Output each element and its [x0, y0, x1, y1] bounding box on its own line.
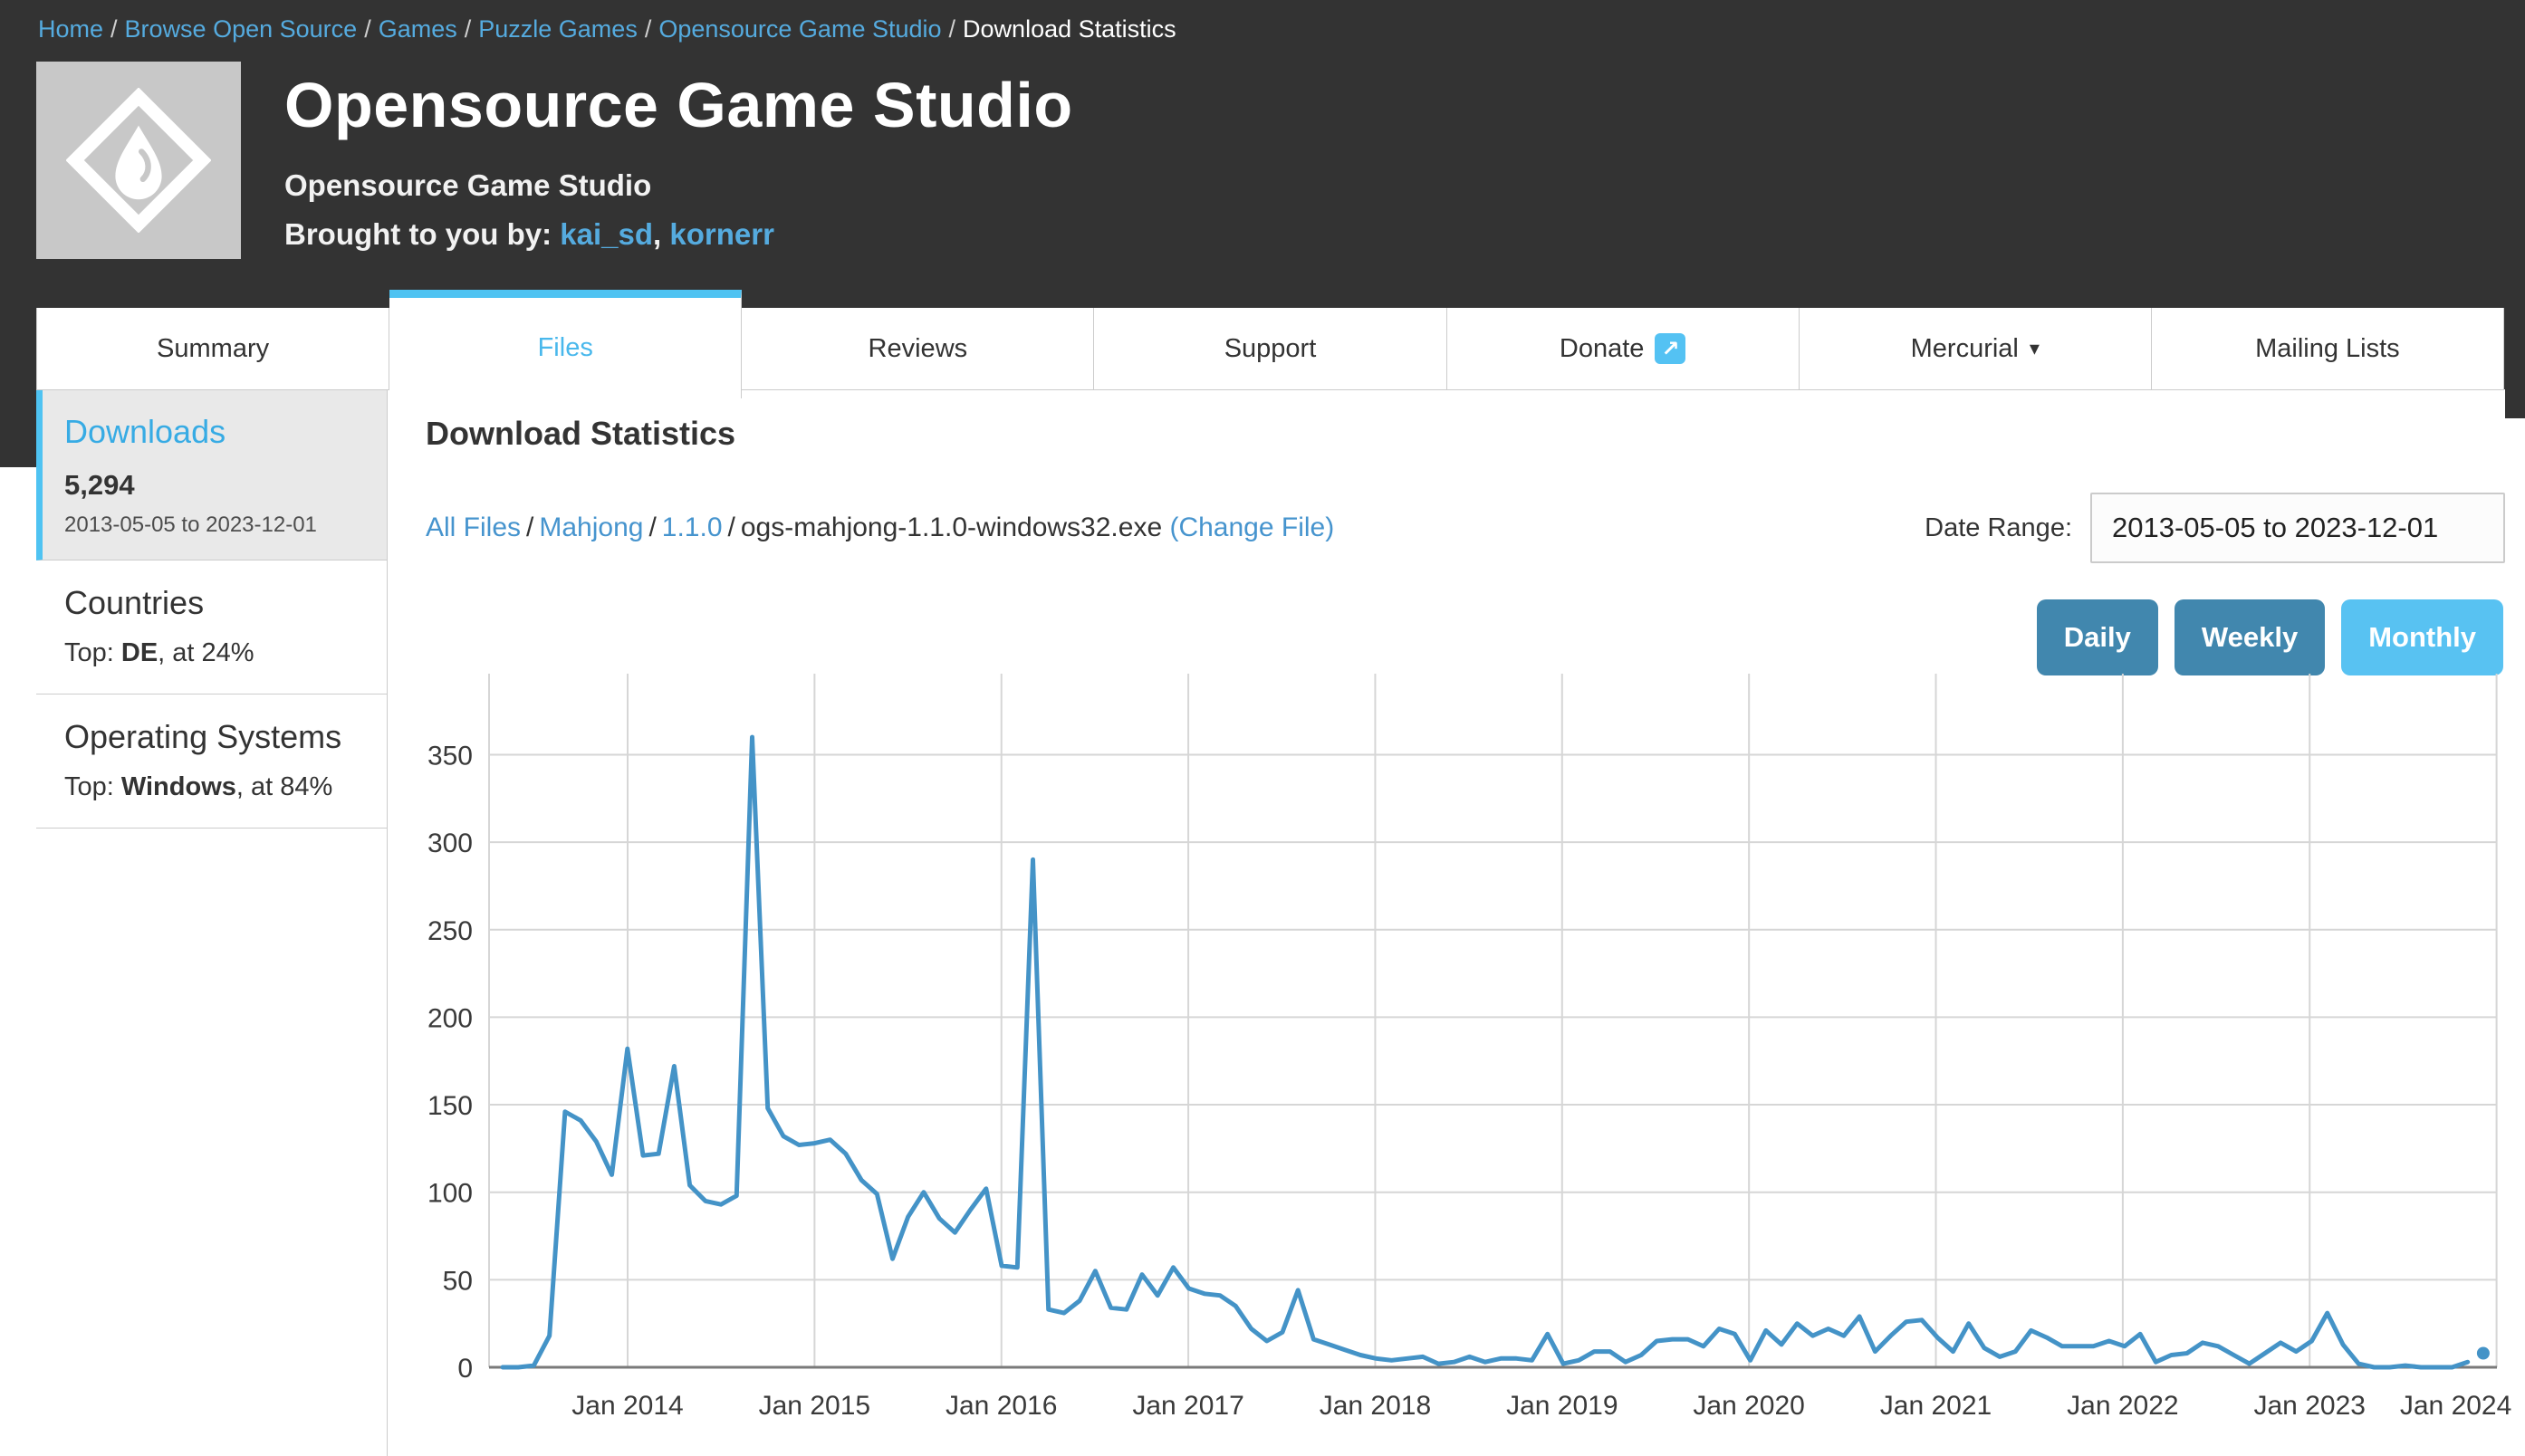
author-link-kornerr[interactable]: kornerr: [669, 217, 774, 251]
separator: /: [638, 15, 659, 43]
svg-text:0: 0: [457, 1354, 473, 1384]
author-link-kai_sd[interactable]: kai_sd: [560, 217, 653, 251]
svg-text:Jan 2016: Jan 2016: [946, 1391, 1057, 1421]
left-dark-sliver: [0, 389, 36, 467]
main-panel: Download Statistics All Files/Mahjong/1.…: [388, 389, 2525, 1456]
sidebar-downloads-title: Downloads: [64, 413, 365, 451]
countries-title: Countries: [64, 584, 365, 622]
file-breadcrumb: All Files/Mahjong/1.1.0/ogs-mahjong-1.1.…: [426, 512, 1334, 543]
section-heading: Download Statistics: [426, 389, 2525, 453]
weekly-button[interactable]: Weekly: [2175, 599, 2325, 675]
diamond-droplet-icon: [66, 88, 211, 233]
breadcrumb: Home/Browse Open Source/Games/Puzzle Gam…: [0, 0, 2525, 45]
countries-top: Top: DE, at 24%: [64, 638, 365, 668]
date-range-input[interactable]: [2090, 493, 2505, 563]
separator: /: [521, 512, 539, 542]
file-breadcrumb-all-files[interactable]: All Files: [426, 512, 521, 542]
project-logo: [36, 62, 241, 259]
byline-prefix: Brought to you by:: [284, 217, 552, 251]
daily-button[interactable]: Daily: [2037, 599, 2158, 675]
os-top: Top: Windows, at 84%: [64, 772, 365, 802]
breadcrumb-home[interactable]: Home: [38, 15, 103, 43]
svg-text:Jan 2018: Jan 2018: [1320, 1391, 1431, 1421]
tab-label: Files: [538, 333, 593, 363]
separator: /: [103, 15, 125, 43]
svg-text:50: 50: [443, 1266, 473, 1296]
separator: /: [457, 15, 479, 43]
svg-text:Jan 2015: Jan 2015: [759, 1391, 870, 1421]
tab-label: Donate: [1560, 334, 1645, 364]
tab-label: Summary: [157, 334, 269, 364]
tab-bar: Summary Files Reviews Support Donate ↗ Mercuri…: [0, 308, 2525, 389]
file-name: ogs-mahjong-1.1.0-windows32.exe: [741, 512, 1162, 542]
svg-text:Jan 2021: Jan 2021: [1880, 1391, 1992, 1421]
sidebar-item-downloads[interactable]: Downloads 5,294 2013-05-05 to 2023-12-01: [36, 389, 387, 560]
breadcrumb-puzzle-games[interactable]: Puzzle Games: [478, 15, 638, 43]
breadcrumb-browse-open-source[interactable]: Browse Open Source: [125, 15, 358, 43]
svg-text:Jan 2019: Jan 2019: [1506, 1391, 1618, 1421]
content: Downloads 5,294 2013-05-05 to 2023-12-01…: [0, 389, 2525, 1456]
tab-donate[interactable]: Donate ↗: [1447, 308, 1800, 389]
separator: /: [723, 512, 741, 542]
chevron-down-icon: ▾: [2030, 337, 2040, 360]
granularity-buttons: DailyWeeklyMonthly: [426, 599, 2525, 675]
tab-support[interactable]: Support: [1094, 308, 1446, 389]
page-header: Home/Browse Open Source/Games/Puzzle Gam…: [0, 0, 2525, 308]
os-title: Operating Systems: [64, 718, 365, 756]
line-chart: 0 50 100 150 200 250 300 350 Jan 2014 Jan 2015 Jan…: [388, 670, 2525, 1456]
tab-label: Mercurial: [1911, 334, 2019, 364]
date-range-label: Date Range:: [1925, 513, 2072, 543]
project-subtitle: Opensource Game Studio: [284, 168, 1073, 203]
separator: /: [942, 15, 964, 43]
tab-label: Mailing Lists: [2255, 334, 2400, 364]
tab-mercurial[interactable]: Mercurial ▾: [1800, 308, 2152, 389]
svg-text:Jan 2017: Jan 2017: [1132, 1391, 1243, 1421]
svg-text:Jan 2014: Jan 2014: [571, 1391, 683, 1421]
file-breadcrumb-mahjong[interactable]: Mahjong: [539, 512, 643, 542]
change-file-link[interactable]: (Change File): [1169, 512, 1334, 542]
tabs: Summary Files Reviews Support Donate ↗ Mercuri…: [36, 308, 2504, 390]
monthly-button[interactable]: Monthly: [2341, 599, 2503, 675]
svg-text:150: 150: [427, 1091, 473, 1121]
tab-summary[interactable]: Summary: [36, 308, 389, 389]
masthead: Opensource Game Studio Opensource Game S…: [0, 45, 2525, 259]
downloads-count: 5,294: [64, 469, 365, 502]
downloads-chart: 0 50 100 150 200 250 300 350 Jan 2014 Jan 2015 Jan…: [388, 670, 2525, 1456]
sidebar-item-countries[interactable]: Countries Top: DE, at 24%: [36, 560, 387, 694]
tab-label: Reviews: [869, 334, 968, 364]
tab-reviews[interactable]: Reviews: [742, 308, 1094, 389]
svg-text:300: 300: [427, 829, 473, 858]
svg-text:250: 250: [427, 916, 473, 946]
stats-sidebar: Downloads 5,294 2013-05-05 to 2023-12-01…: [36, 389, 388, 1456]
breadcrumb-opensource-game-studio[interactable]: Opensource Game Studio: [658, 15, 941, 43]
svg-text:Jan 2024: Jan 2024: [2400, 1391, 2511, 1421]
byline-comma: ,: [653, 217, 669, 251]
project-byline: Brought to you by: kai_sd, kornerr: [284, 217, 1073, 252]
sidebar-item-operating-systems[interactable]: Operating Systems Top: Windows, at 84%: [36, 694, 387, 829]
svg-text:Jan 2023: Jan 2023: [2254, 1391, 2366, 1421]
page-title: Opensource Game Studio: [284, 69, 1073, 141]
svg-text:100: 100: [427, 1179, 473, 1209]
external-link-icon: ↗: [1655, 333, 1685, 364]
separator: /: [357, 15, 379, 43]
separator: /: [643, 512, 661, 542]
tab-files[interactable]: Files: [389, 290, 742, 398]
downloads-date-range: 2013-05-05 to 2023-12-01: [64, 512, 365, 538]
tab-mailing-lists[interactable]: Mailing Lists: [2152, 308, 2504, 389]
svg-text:Jan 2020: Jan 2020: [1693, 1391, 1804, 1421]
tab-label: Support: [1224, 334, 1317, 364]
svg-text:350: 350: [427, 741, 473, 771]
svg-text:200: 200: [427, 1003, 473, 1033]
svg-text:Jan 2022: Jan 2022: [2067, 1391, 2178, 1421]
breadcrumb-download-statistics: Download Statistics: [963, 15, 1176, 43]
file-breadcrumb-version[interactable]: 1.1.0: [662, 512, 723, 542]
breadcrumb-games[interactable]: Games: [379, 15, 457, 43]
